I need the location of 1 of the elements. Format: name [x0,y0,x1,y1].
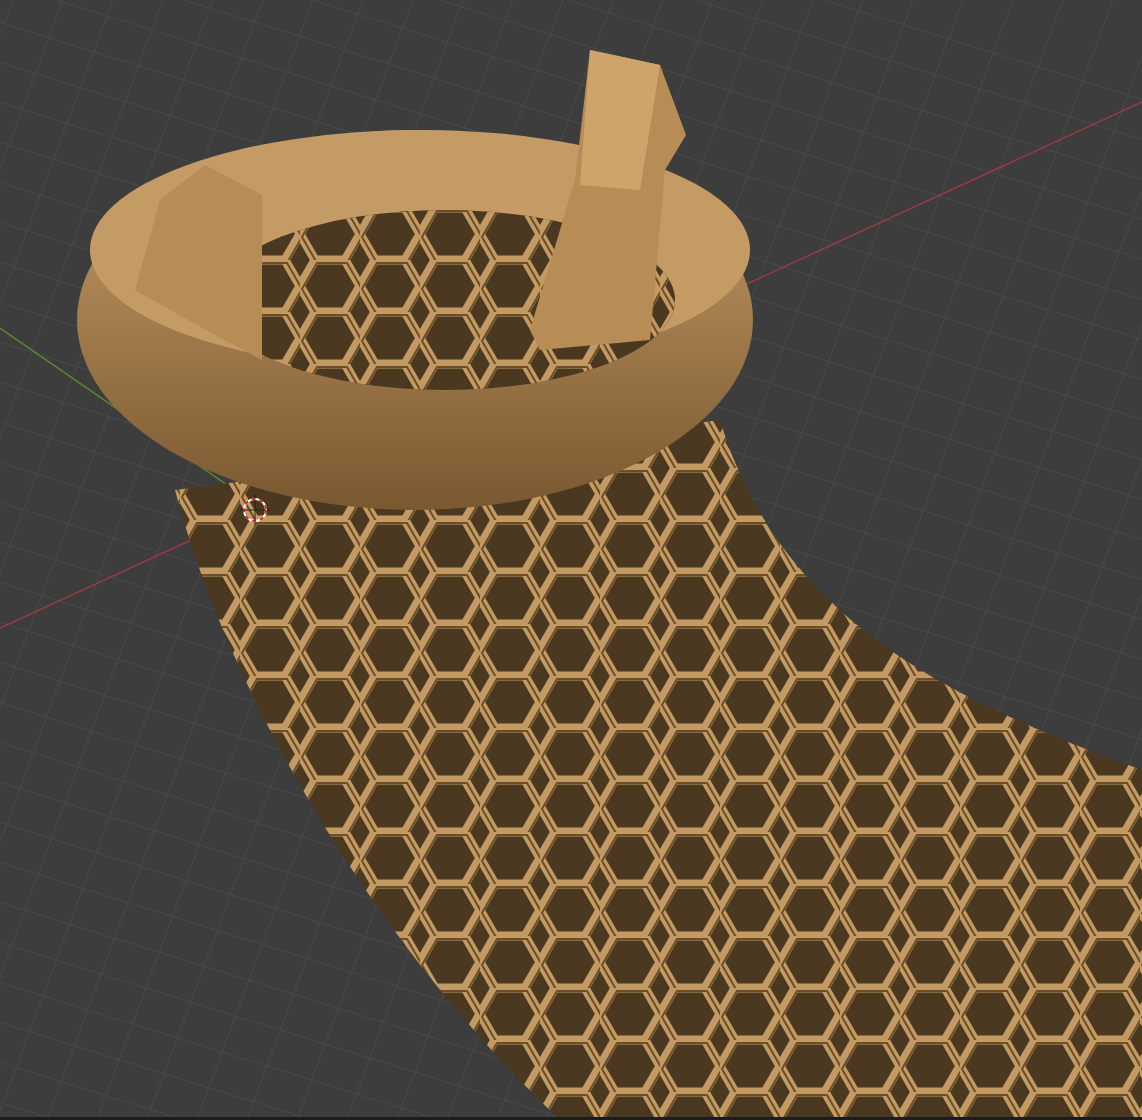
3d-cursor-icon[interactable] [239,494,271,526]
